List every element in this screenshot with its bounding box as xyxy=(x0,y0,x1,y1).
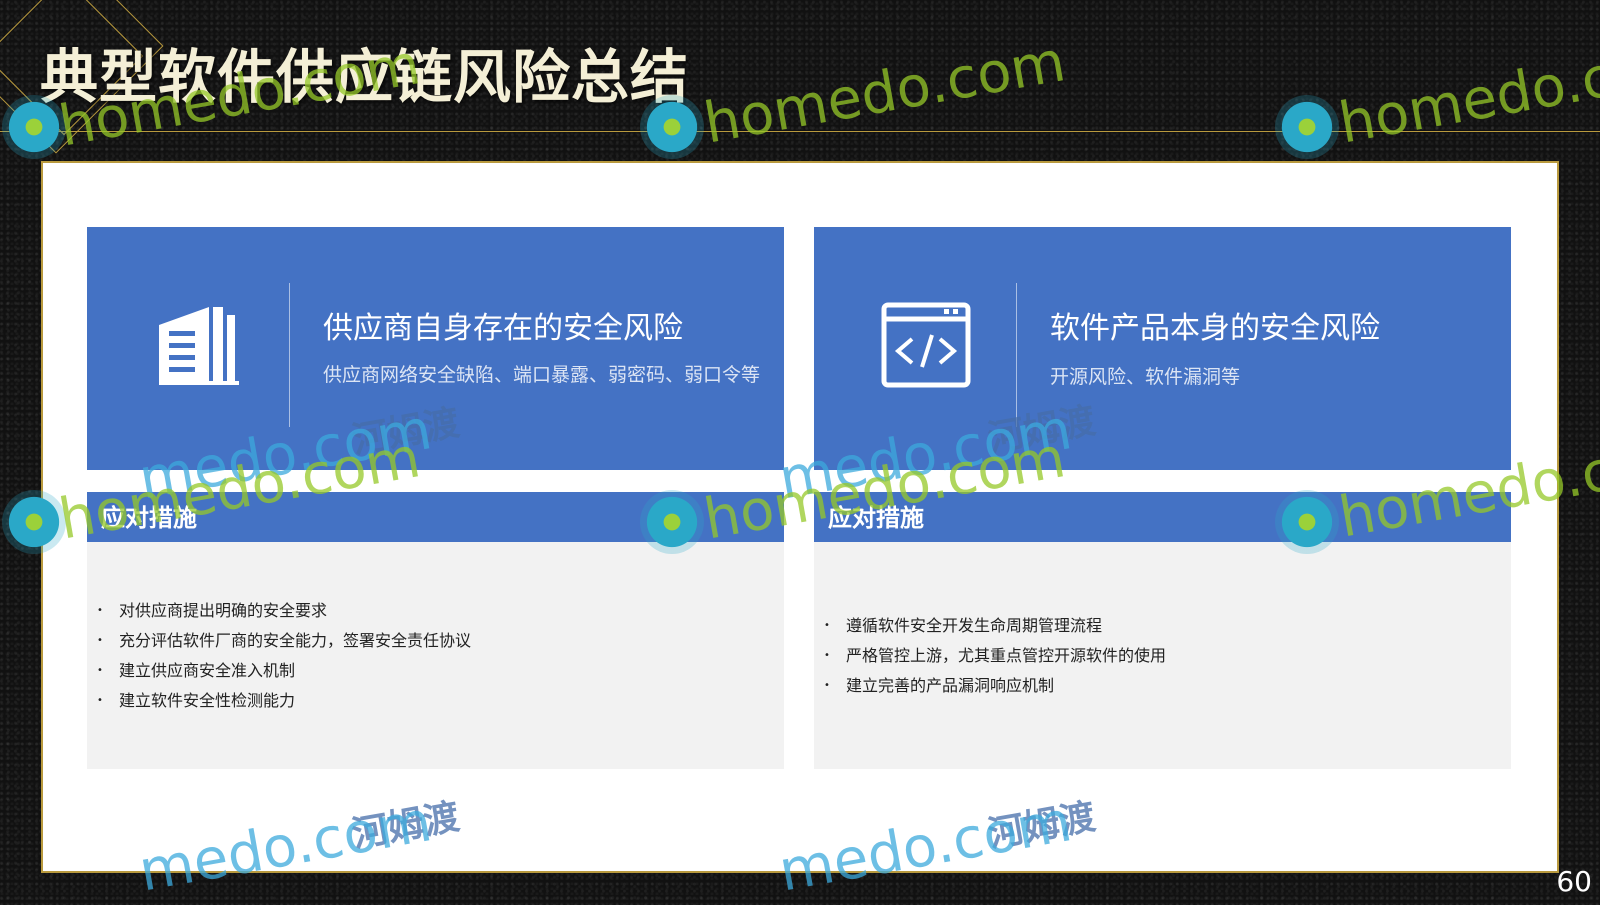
risk-card-header: 供应商自身存在的安全风险 供应商网络安全缺陷、端口暴露、弱密码、弱口令等 xyxy=(87,227,784,470)
risk-card-header: 软件产品本身的安全风险 开源风险、软件漏洞等 xyxy=(814,227,1511,470)
measures-body: 遵循软件安全开发生命周期管理流程 严格管控上游，尤其重点管控开源软件的使用 建立… xyxy=(814,542,1511,769)
building-icon xyxy=(159,307,239,385)
watermark-text: homedo.co xyxy=(1334,38,1600,157)
risk-title: 供应商自身存在的安全风险 xyxy=(323,311,683,346)
measure-item: 对供应商提出明确的安全要求 xyxy=(97,596,784,626)
measure-item: 严格管控上游，尤其重点管控开源软件的使用 xyxy=(824,641,1511,671)
measures-header: 应对措施 xyxy=(87,492,784,542)
measure-item: 建立软件安全性检测能力 xyxy=(97,686,784,716)
slide-title: 典型软件供应链风险总结 xyxy=(40,43,690,111)
gold-rule-line xyxy=(0,131,1600,132)
code-window-icon xyxy=(881,302,971,388)
measure-item: 遵循软件安全开发生命周期管理流程 xyxy=(824,611,1511,641)
risk-title: 软件产品本身的安全风险 xyxy=(1050,311,1380,346)
measure-item: 充分评估软件厂商的安全能力，签署安全责任协议 xyxy=(97,626,784,656)
watermark-text: homedo.com xyxy=(699,29,1071,157)
risk-description: 开源风险、软件漏洞等 xyxy=(1050,366,1241,388)
measure-item: 建立供应商安全准入机制 xyxy=(97,656,784,686)
content-panel: 供应商自身存在的安全风险 供应商网络安全缺陷、端口暴露、弱密码、弱口令等 应对措… xyxy=(41,161,1559,873)
card-divider xyxy=(289,283,290,427)
measures-list: 遵循软件安全开发生命周期管理流程 严格管控上游，尤其重点管控开源软件的使用 建立… xyxy=(824,611,1511,701)
page-number: 60 xyxy=(1556,865,1592,898)
watermark-flower-icon xyxy=(1275,95,1339,159)
risk-card-product: 软件产品本身的安全风险 开源风险、软件漏洞等 应对措施 遵循软件安全开发生命周期… xyxy=(814,227,1511,769)
measures-list: 对供应商提出明确的安全要求 充分评估软件厂商的安全能力，签署安全责任协议 建立供… xyxy=(97,596,784,716)
measures-header: 应对措施 xyxy=(814,492,1511,542)
measure-item: 建立完善的产品漏洞响应机制 xyxy=(824,671,1511,701)
risk-card-supplier: 供应商自身存在的安全风险 供应商网络安全缺陷、端口暴露、弱密码、弱口令等 应对措… xyxy=(87,227,784,769)
measures-body: 对供应商提出明确的安全要求 充分评估软件厂商的安全能力，签署安全责任协议 建立供… xyxy=(87,542,784,769)
card-divider xyxy=(1016,283,1017,427)
risk-description: 供应商网络安全缺陷、端口暴露、弱密码、弱口令等 xyxy=(323,364,761,386)
